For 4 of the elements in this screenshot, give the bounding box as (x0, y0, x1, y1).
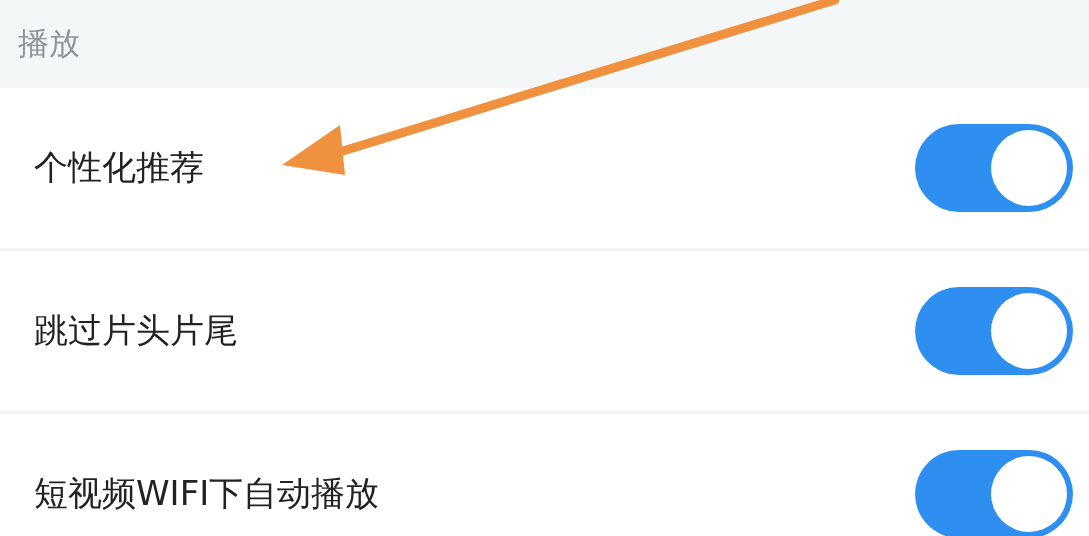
setting-label: 短视频WIFI下自动播放 (34, 472, 380, 515)
setting-label: 跳过片头片尾 (34, 309, 238, 352)
section-title: 播放 (18, 24, 80, 63)
setting-label: 个性化推荐 (34, 146, 204, 189)
